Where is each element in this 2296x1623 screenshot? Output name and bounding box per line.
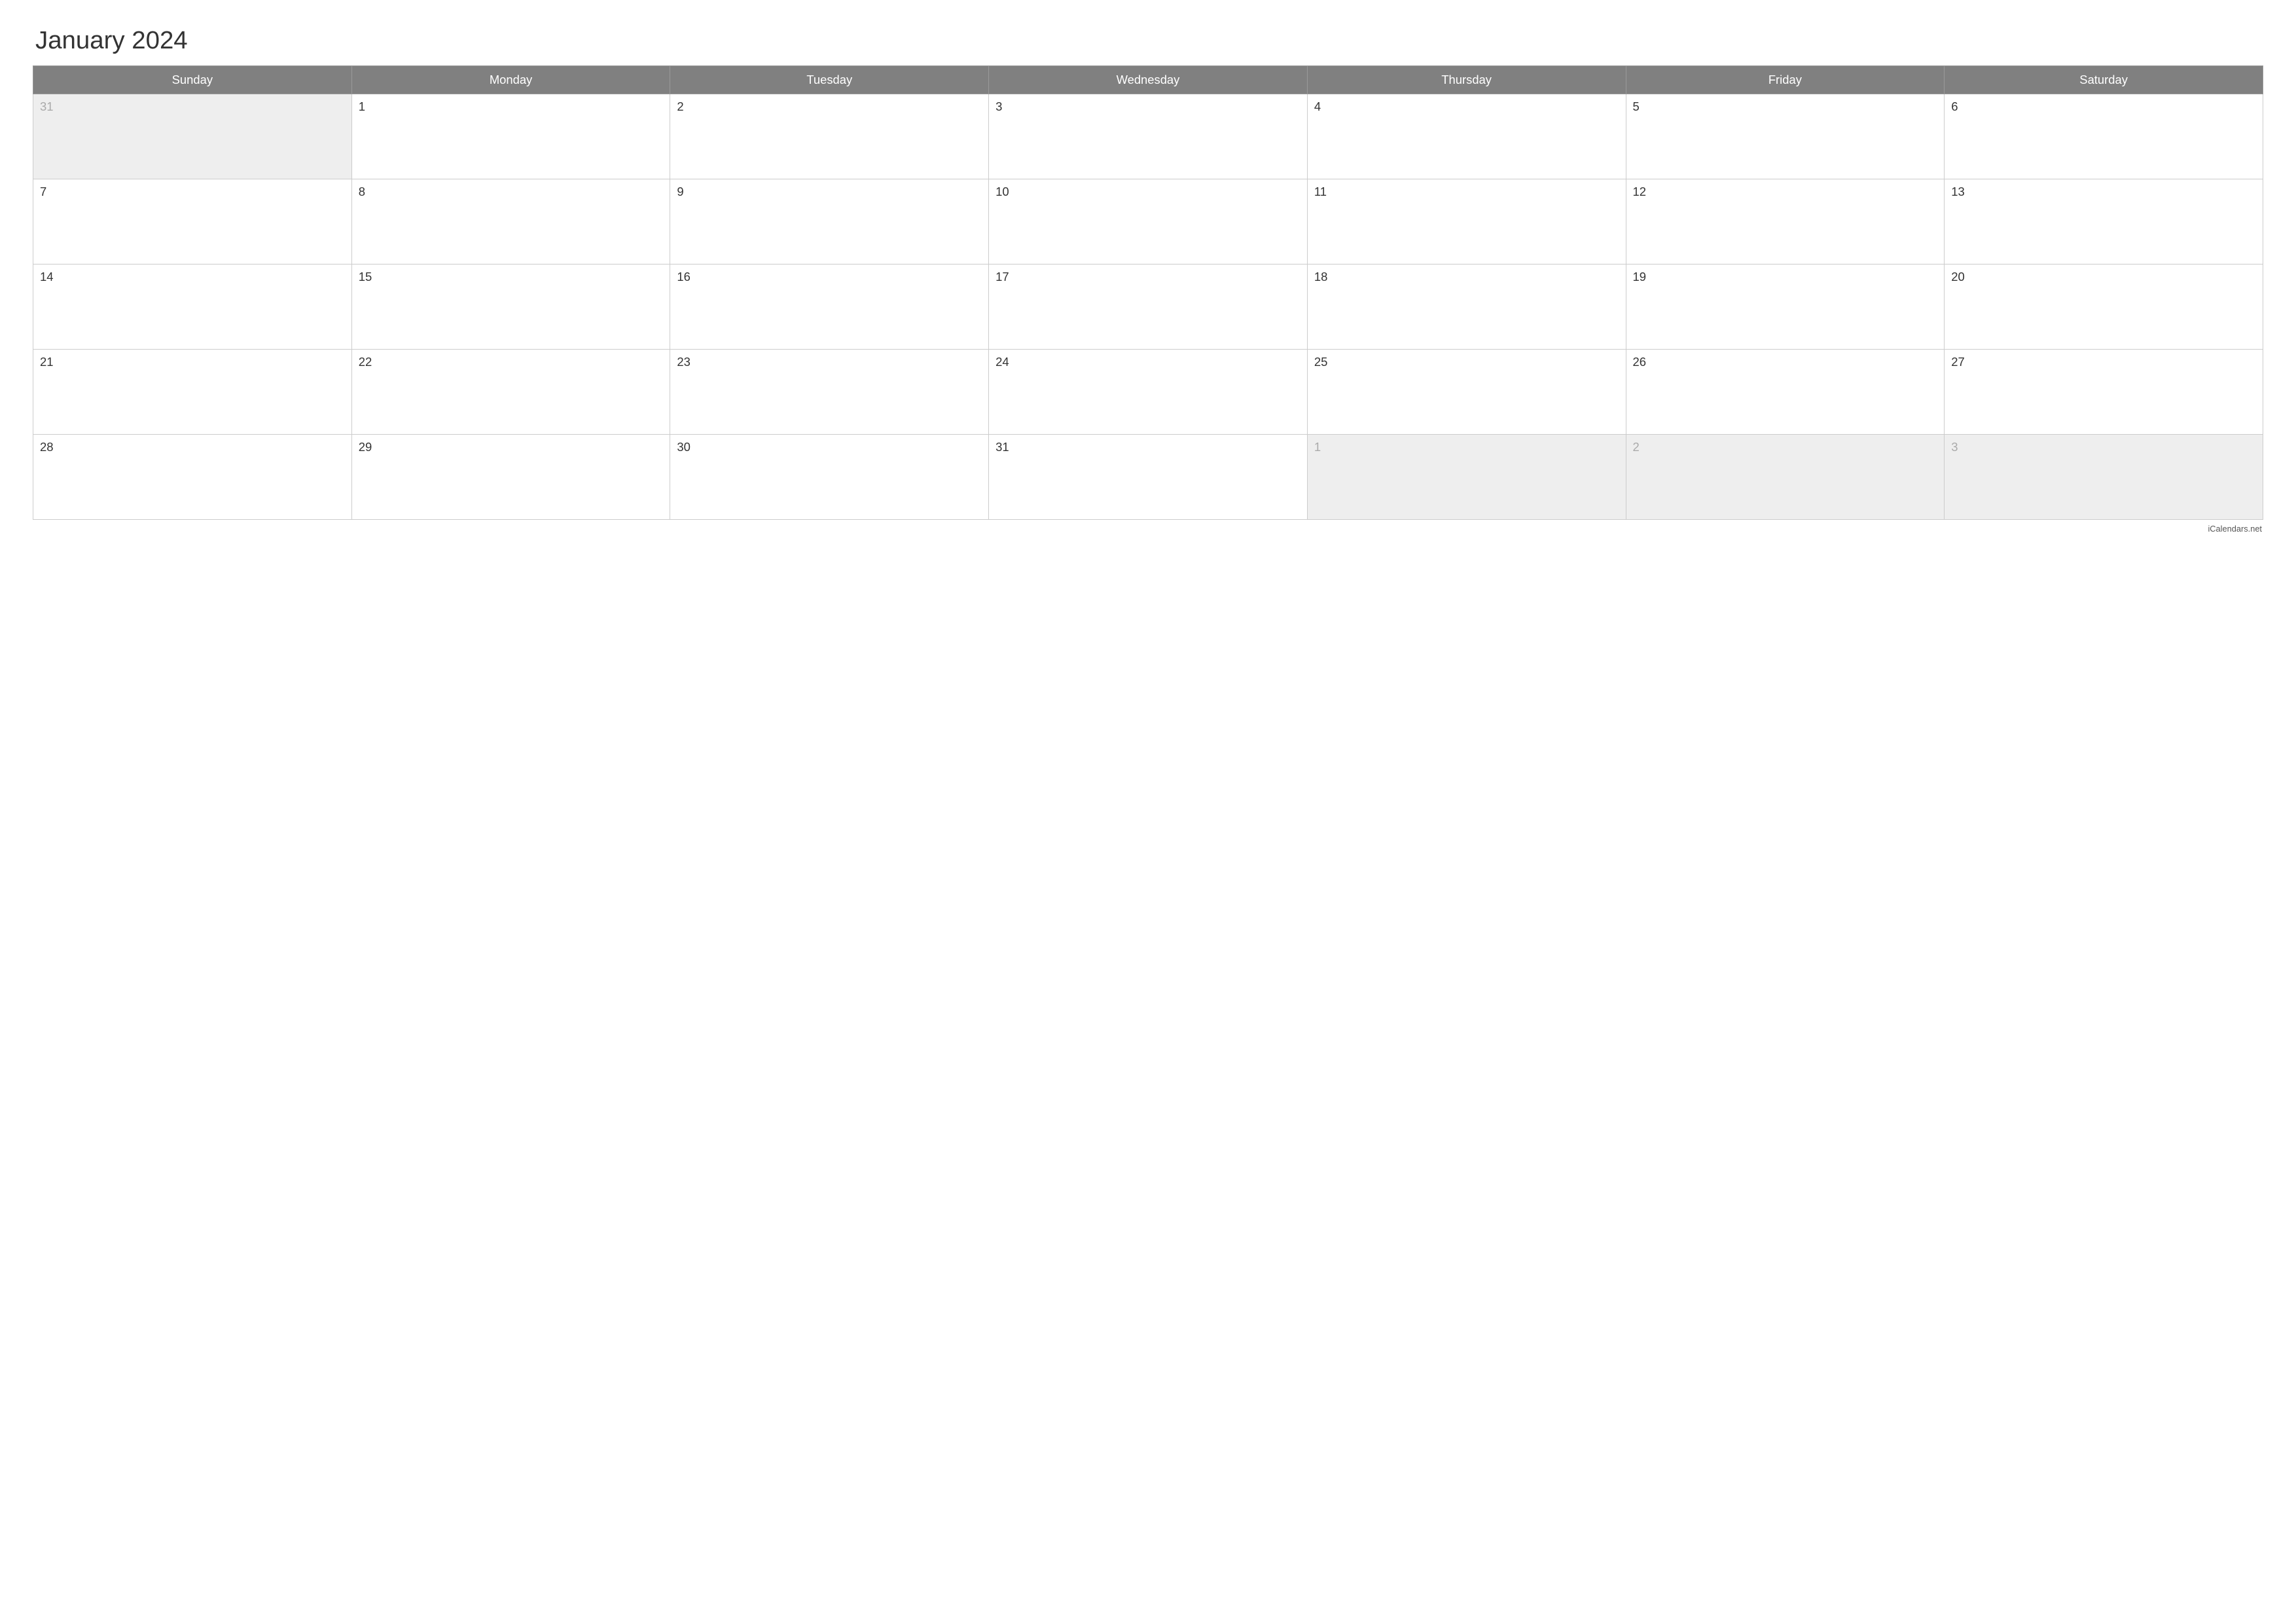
- calendar-day: 1: [1307, 435, 1626, 520]
- calendar-day: 5: [1626, 94, 1945, 179]
- header-saturday: Saturday: [1945, 66, 2263, 94]
- day-number: 14: [40, 270, 54, 283]
- calendar-day: 17: [989, 264, 1308, 350]
- day-number: 3: [996, 100, 1002, 113]
- header-thursday: Thursday: [1307, 66, 1626, 94]
- calendar-day: 24: [989, 350, 1308, 435]
- calendar-day: 21: [33, 350, 352, 435]
- day-number: 29: [359, 440, 372, 454]
- day-number: 1: [359, 100, 365, 113]
- day-number: 27: [1951, 355, 1965, 369]
- calendar-day: 29: [351, 435, 670, 520]
- calendar-title: January 2024: [33, 26, 2263, 55]
- week-row-4: 21 22 23 24 25 26 27: [33, 350, 2263, 435]
- day-number: 5: [1633, 100, 1640, 113]
- calendar-day: 14: [33, 264, 352, 350]
- week-row-5: 28 29 30 31 1 2 3: [33, 435, 2263, 520]
- calendar-day: 10: [989, 179, 1308, 264]
- calendar-day: 28: [33, 435, 352, 520]
- day-number: 2: [677, 100, 683, 113]
- day-number: 18: [1314, 270, 1328, 283]
- calendar-day: 18: [1307, 264, 1626, 350]
- header-sunday: Sunday: [33, 66, 352, 94]
- calendar-day: 3: [1945, 435, 2263, 520]
- calendar-day: 31: [989, 435, 1308, 520]
- day-number: 22: [359, 355, 372, 369]
- header-tuesday: Tuesday: [670, 66, 989, 94]
- calendar-day: 7: [33, 179, 352, 264]
- week-row-2: 7 8 9 10 11 12 13: [33, 179, 2263, 264]
- calendar-day: 15: [351, 264, 670, 350]
- day-number: 9: [677, 185, 683, 198]
- day-number: 8: [359, 185, 365, 198]
- calendar-day: 20: [1945, 264, 2263, 350]
- day-number: 24: [996, 355, 1009, 369]
- day-number: 11: [1314, 185, 1327, 198]
- day-number: 28: [40, 440, 54, 454]
- calendar-table: SundayMondayTuesdayWednesdayThursdayFrid…: [33, 65, 2263, 520]
- calendar-day: 4: [1307, 94, 1626, 179]
- day-number: 12: [1633, 185, 1647, 198]
- day-number: 25: [1314, 355, 1328, 369]
- calendar-day: 2: [670, 94, 989, 179]
- calendar-day: 23: [670, 350, 989, 435]
- day-number: 31: [40, 100, 54, 113]
- day-number: 7: [40, 185, 46, 198]
- calendar-day: 22: [351, 350, 670, 435]
- calendar-day: 8: [351, 179, 670, 264]
- day-number: 6: [1951, 100, 1958, 113]
- day-number: 30: [677, 440, 691, 454]
- day-number: 13: [1951, 185, 1965, 198]
- day-number: 3: [1951, 440, 1958, 454]
- calendar-day: 1: [351, 94, 670, 179]
- day-number: 21: [40, 355, 54, 369]
- calendar-day: 31: [33, 94, 352, 179]
- day-number: 4: [1314, 100, 1321, 113]
- calendar-day: 25: [1307, 350, 1626, 435]
- day-number: 1: [1314, 440, 1321, 454]
- calendar-day: 30: [670, 435, 989, 520]
- day-number: 26: [1633, 355, 1647, 369]
- header-monday: Monday: [351, 66, 670, 94]
- calendar-day: 2: [1626, 435, 1945, 520]
- day-number: 17: [996, 270, 1009, 283]
- header-friday: Friday: [1626, 66, 1945, 94]
- week-row-3: 14 15 16 17 18 19 20: [33, 264, 2263, 350]
- calendar-day: 16: [670, 264, 989, 350]
- calendar-day: 12: [1626, 179, 1945, 264]
- calendar-day: 19: [1626, 264, 1945, 350]
- calendar-day: 11: [1307, 179, 1626, 264]
- day-number: 10: [996, 185, 1009, 198]
- header-wednesday: Wednesday: [989, 66, 1308, 94]
- day-number: 16: [677, 270, 691, 283]
- calendar-day: 6: [1945, 94, 2263, 179]
- header-row: SundayMondayTuesdayWednesdayThursdayFrid…: [33, 66, 2263, 94]
- day-number: 19: [1633, 270, 1647, 283]
- calendar-day: 27: [1945, 350, 2263, 435]
- week-row-1: 31 1 2 3 4 5 6: [33, 94, 2263, 179]
- calendar-day: 9: [670, 179, 989, 264]
- day-number: 2: [1633, 440, 1640, 454]
- calendar-day: 13: [1945, 179, 2263, 264]
- calendar-day: 3: [989, 94, 1308, 179]
- day-number: 15: [359, 270, 372, 283]
- day-number: 31: [996, 440, 1009, 454]
- calendar-day: 26: [1626, 350, 1945, 435]
- day-number: 23: [677, 355, 691, 369]
- day-number: 20: [1951, 270, 1965, 283]
- footer-credit: iCalendars.net: [33, 524, 2263, 534]
